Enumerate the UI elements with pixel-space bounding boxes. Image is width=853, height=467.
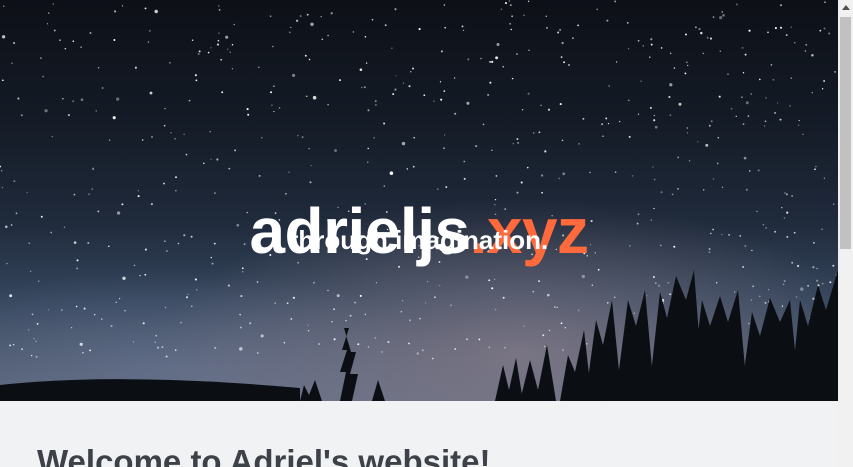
tree-silhouettes (0, 270, 838, 401)
hero-banner: adrieljs.xyz through imagination. (0, 0, 838, 401)
scroll-up-arrow-icon[interactable] (838, 0, 853, 15)
page: adrieljs.xyz through imagination. Welcom… (0, 0, 838, 467)
vertical-scrollbar[interactable] (838, 0, 853, 467)
welcome-heading: Welcome to Adriel's website! (37, 443, 491, 467)
main-content: Welcome to Adriel's website! (0, 401, 838, 467)
scrollbar-thumb[interactable] (840, 17, 851, 249)
tagline: through imagination. (289, 225, 549, 255)
